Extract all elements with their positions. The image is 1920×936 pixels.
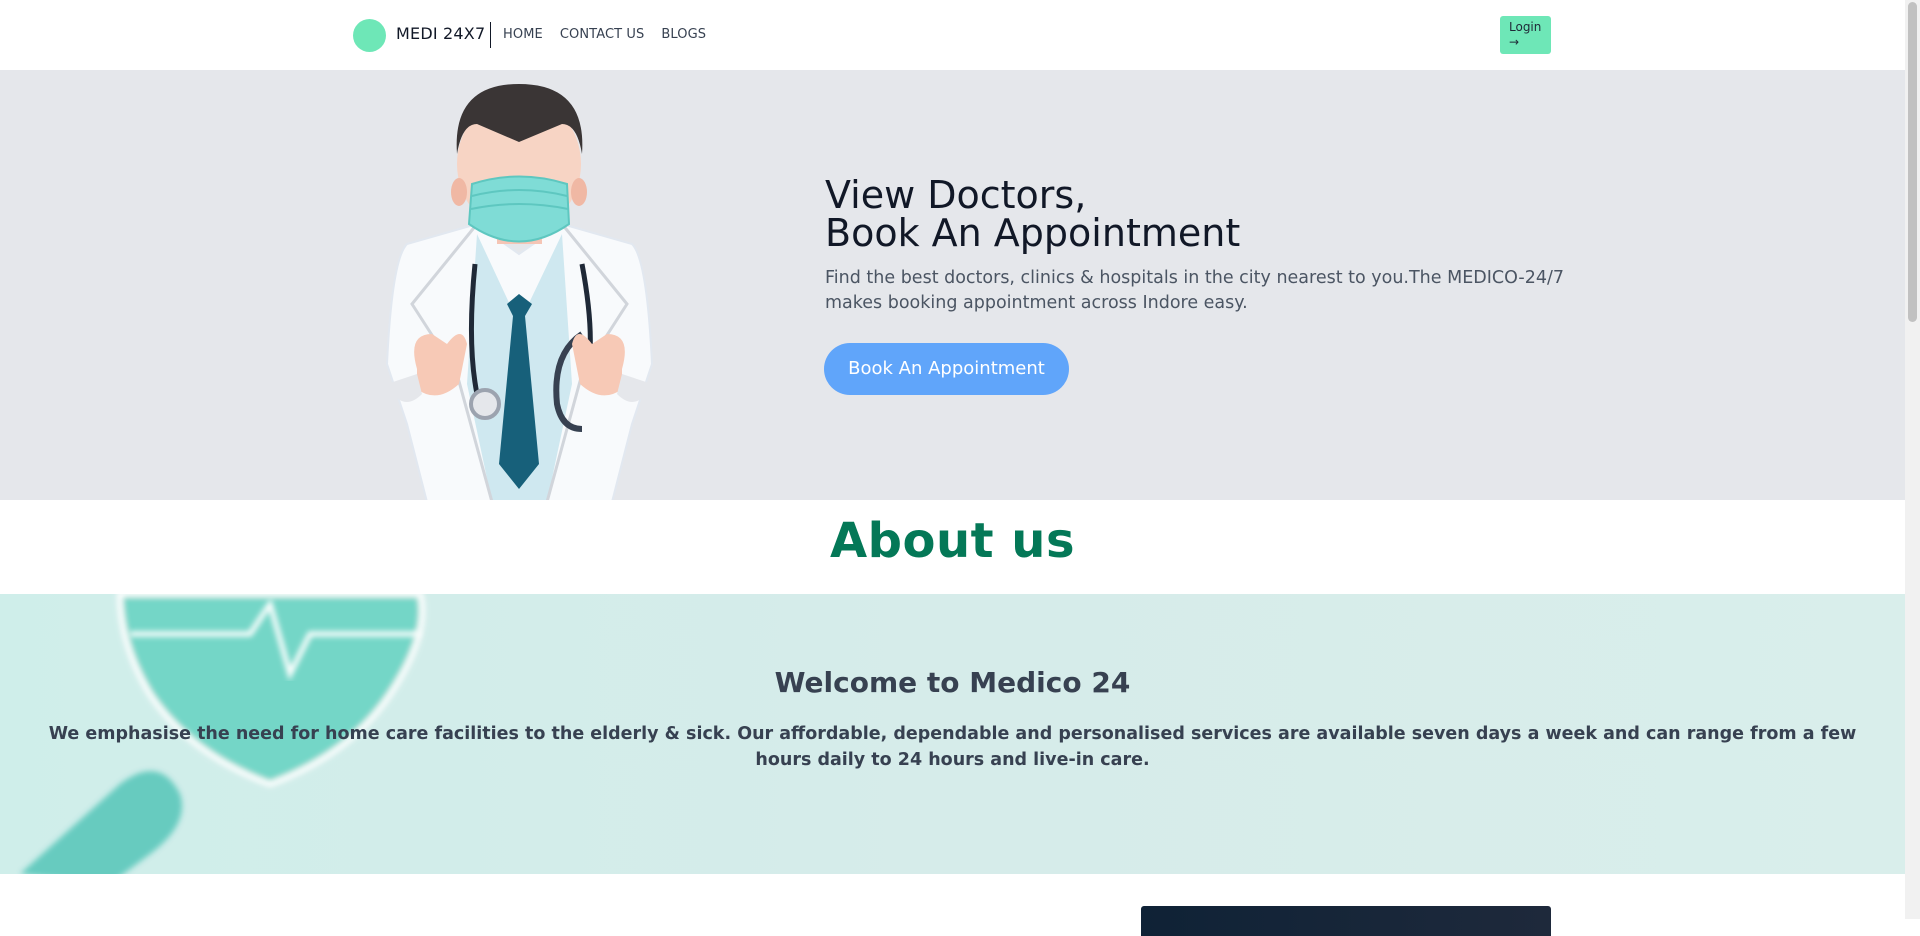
nav-blogs[interactable]: BLOGS [661, 27, 706, 42]
welcome-title: Welcome to Medico 24 [774, 666, 1131, 699]
brand-divider [490, 22, 491, 48]
welcome-text: We emphasise the need for home care faci… [48, 724, 1857, 770]
about-title: About us [829, 513, 1076, 569]
hero-section: View Doctors, Book An Appointment Find t… [0, 70, 1905, 500]
book-appointment-button[interactable]: Book An Appointment [824, 343, 1069, 395]
hero-title-line1: View Doctors, [825, 173, 1087, 217]
brand-name[interactable]: MEDI 24X7 [396, 24, 485, 43]
site-header: MEDI 24X7 HOME CONTACT US BLOGS Login → [0, 0, 1905, 71]
login-label: Login [1509, 20, 1542, 34]
hero-description: Find the best doctors, clinics & hospita… [825, 268, 1564, 313]
hero-title-line2: Book An Appointment [825, 211, 1241, 255]
doctor-illustration [385, 84, 654, 500]
hero-title: View Doctors, Book An Appointment [825, 176, 1240, 252]
welcome-section: Welcome to Medico 24 We emphasise the ne… [0, 594, 1905, 874]
main-nav: HOME CONTACT US BLOGS [503, 27, 706, 42]
scrollbar-thumb[interactable] [1908, 2, 1917, 322]
dark-card-preview [1141, 906, 1551, 936]
logo-icon[interactable] [353, 19, 386, 52]
nav-home[interactable]: HOME [503, 27, 543, 42]
pill-icon [20, 771, 182, 874]
login-button[interactable]: Login → [1500, 16, 1551, 54]
nav-contact-us[interactable]: CONTACT US [560, 27, 645, 42]
arrow-right-icon: → [1509, 35, 1520, 49]
